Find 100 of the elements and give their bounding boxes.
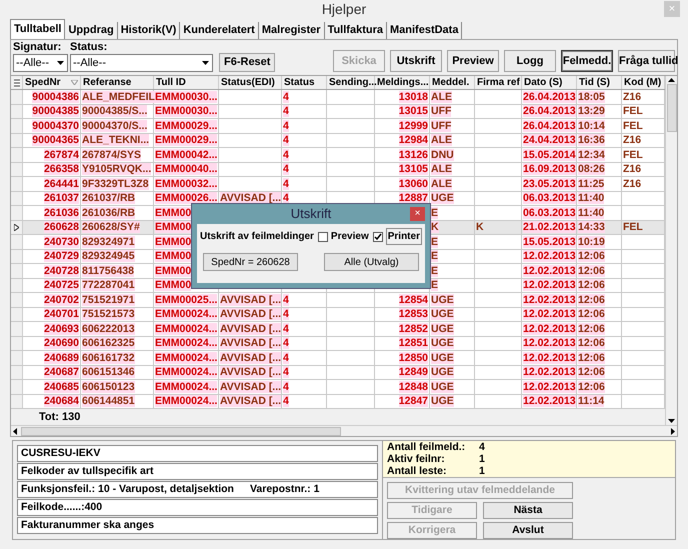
table-cell: 240685 xyxy=(44,380,79,393)
table-cell: 11:40 xyxy=(578,192,604,204)
table-cell: 12.02.2013 xyxy=(523,395,576,408)
table-cell: 12.02.2013 xyxy=(523,250,576,262)
table-cell: EMM00024... xyxy=(155,366,218,378)
message-text: Feilkode......:400 xyxy=(21,500,102,515)
table-cell: UGE xyxy=(431,308,454,320)
table-cell: K xyxy=(431,221,439,234)
table-cell: 12854 xyxy=(398,294,428,306)
table-cell: 240702 xyxy=(44,294,79,306)
table-cell: UGE xyxy=(431,366,454,378)
table-cell: 90004370/S... xyxy=(82,120,148,132)
table-cell: 267874/SYS xyxy=(82,148,141,161)
table-cell: 10:19 xyxy=(578,236,605,248)
table-cell: EMM00024... xyxy=(155,380,218,393)
table-cell: EMM00 xyxy=(155,221,192,234)
table-cell: 12:06 xyxy=(578,279,605,292)
table-cell: 12847 xyxy=(398,395,428,408)
table-cell: 14:33 xyxy=(578,221,605,234)
table-cell: 12999 xyxy=(398,120,428,132)
dialog-label: Utskrift av feilmeldinger xyxy=(200,230,314,244)
table-cell: 240728 xyxy=(44,264,79,277)
table-cell: AVVISAD [... xyxy=(220,337,282,350)
table-cell: 606150123 xyxy=(82,380,135,393)
table-cell: E xyxy=(431,236,438,248)
table-cell: 4 xyxy=(283,322,289,335)
table-cell: 240730 xyxy=(44,236,79,248)
table-cell: 12852 xyxy=(398,322,428,335)
table-cell: Z16 xyxy=(623,90,642,103)
table-cell: 240725 xyxy=(44,279,79,292)
table-cell: 4 xyxy=(283,352,289,364)
table-cell: ALE xyxy=(431,178,452,190)
message-text: CUSRESU-IEKV xyxy=(21,446,100,461)
table-cell: 4 xyxy=(283,105,289,118)
table-cell: 12:34 xyxy=(578,148,605,161)
table-cell: EMM00024... xyxy=(155,352,218,364)
table-cell: 12:06 xyxy=(578,366,605,378)
table-cell: 606162325 xyxy=(82,337,135,350)
table-cell: 751521573 xyxy=(82,308,135,320)
table-cell: 13:29 xyxy=(578,105,605,118)
table-cell: EMM00024... xyxy=(155,337,218,350)
table-cell: AVVISAD [... xyxy=(220,380,282,393)
table-cell: E xyxy=(431,264,438,277)
table-cell: 12:06 xyxy=(578,294,605,306)
table-cell: 261036/RB xyxy=(82,206,136,219)
table-cell: Z16 xyxy=(623,178,642,190)
table-cell: 240729 xyxy=(44,250,79,262)
summary-value: 1 xyxy=(479,465,485,477)
table-cell: 90004365 xyxy=(32,134,79,146)
table-cell: 261037 xyxy=(44,192,79,204)
table-cell: EMM00 xyxy=(155,250,192,262)
table-cell: 26.04.2013 xyxy=(523,105,576,118)
table-cell: EMM00 xyxy=(155,279,192,292)
table-cell: 4 xyxy=(283,380,289,393)
table-cell: 12887 xyxy=(398,192,428,204)
table-cell: AVVISAD [... xyxy=(220,192,282,204)
table-cell: 15.05.2013 xyxy=(523,236,576,248)
table-cell: 13126 xyxy=(398,148,428,161)
table-cell: FEL xyxy=(623,120,643,132)
table-cell: 12.02.2013 xyxy=(523,308,576,320)
table-cell: AVVISAD [... xyxy=(220,322,282,335)
table-cell: AVVISAD [... xyxy=(220,366,282,378)
message-text: Felkoder av tullspecifik art xyxy=(21,464,154,479)
table-cell: 13015 xyxy=(398,105,428,118)
table-cell: 13018 xyxy=(398,90,428,103)
table-cell: 4 xyxy=(283,120,289,132)
table-cell: 267874 xyxy=(44,148,79,161)
table-cell: EMM00 xyxy=(155,264,192,277)
table-cell: 12.02.2013 xyxy=(523,380,576,393)
table-cell: K xyxy=(476,221,484,234)
table-cell: 23.05.2013 xyxy=(523,178,576,190)
table-cell: 24.04.2013 xyxy=(523,134,576,146)
table-cell: EMM00030... xyxy=(155,90,218,103)
table-cell: 90004370 xyxy=(32,120,79,132)
table-cell: 240701 xyxy=(44,308,79,320)
table-cell: 606161732 xyxy=(82,352,135,364)
table-cell: 12:06 xyxy=(578,308,605,320)
table-cell: 829324945 xyxy=(82,250,135,262)
table-cell: UGE xyxy=(431,337,454,350)
table-cell: 12.02.2013 xyxy=(523,264,576,277)
table-cell: 4 xyxy=(283,366,289,378)
table-cell: 06.03.2013 xyxy=(523,192,576,204)
table-cell: UGE xyxy=(431,380,454,393)
summary-label: Aktiv feilnr: xyxy=(387,453,446,465)
table-cell: EMM00026... xyxy=(155,192,218,204)
summary-value: 1 xyxy=(479,453,485,465)
table-cell: EMM00030... xyxy=(155,105,218,118)
table-cell: FEL xyxy=(623,105,643,118)
table-cell: 90004386 xyxy=(32,90,79,103)
table-cell: 12.02.2013 xyxy=(523,294,576,306)
table-cell: EMM00025... xyxy=(155,294,218,306)
table-cell: ALE xyxy=(431,90,452,103)
table-cell: 12:06 xyxy=(578,322,605,335)
table-cell: 12849 xyxy=(398,366,428,378)
table-cell: DNU xyxy=(431,148,454,161)
table-cell: ALE xyxy=(431,163,452,176)
table-cell: FEL xyxy=(623,148,643,161)
table-cell: 606144851 xyxy=(82,395,135,408)
table-cell: E xyxy=(431,250,438,262)
table-cell: 261037/RB xyxy=(82,192,136,204)
